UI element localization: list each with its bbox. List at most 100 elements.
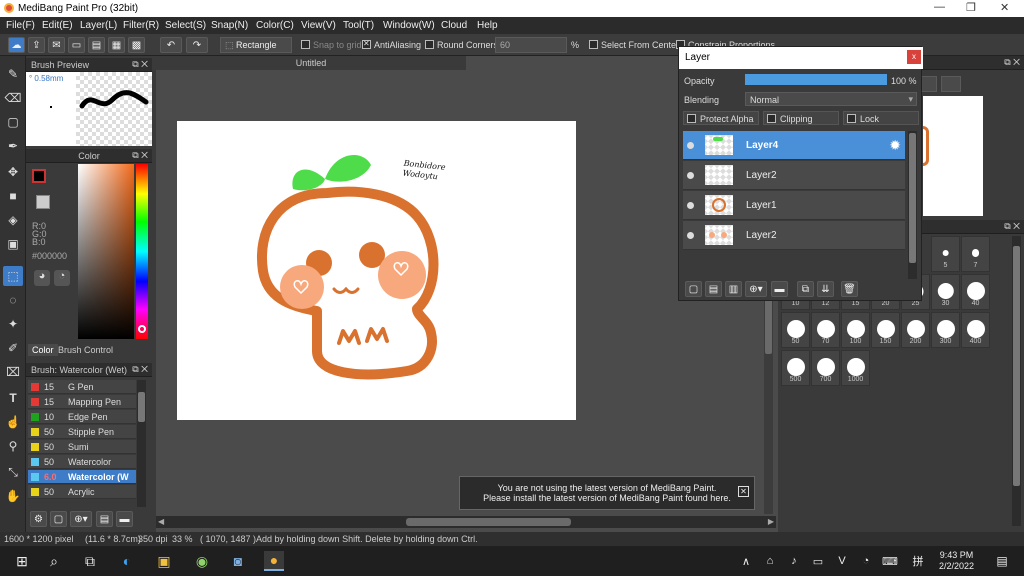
brush-list-scrollbar[interactable]	[137, 380, 146, 507]
tab-brush-control[interactable]: Brush Control	[54, 344, 117, 356]
store-icon[interactable]: ▣	[154, 551, 174, 571]
layer-panel-close-button[interactable]: x	[907, 50, 921, 64]
brush-size-option[interactable]: 5	[931, 236, 960, 272]
palette-icon[interactable]: ◕	[34, 270, 50, 286]
protect-alpha-checkbox[interactable]	[687, 114, 696, 123]
brush-size-option[interactable]: 700	[811, 350, 840, 386]
clipping-toggle[interactable]: Clipping	[763, 111, 839, 125]
system-clock[interactable]: 9:43 PM 2/2/2022	[939, 550, 974, 572]
layer-row[interactable]: Layer4 ✹	[683, 131, 905, 160]
shape-select[interactable]: ⬚ Rectangle	[220, 37, 292, 53]
protect-alpha-toggle[interactable]: Protect Alpha	[683, 111, 759, 125]
antialiasing-checkbox[interactable]	[362, 39, 371, 49]
palette-add-icon[interactable]: ◔	[54, 270, 70, 286]
hand-tool-icon[interactable]: ✋	[3, 486, 23, 506]
notification-center-icon[interactable]: ▤	[992, 551, 1012, 571]
text-tool-icon[interactable]: T	[3, 388, 23, 408]
language-icon[interactable]: 拼	[908, 551, 928, 571]
panel-close-icon[interactable]: ⧉ ✕	[132, 59, 148, 70]
delete-layer-icon[interactable]: 🗑	[841, 281, 858, 297]
layer-list-scrollbar[interactable]	[908, 131, 917, 279]
camera-icon[interactable]: ◙	[228, 551, 248, 571]
visibility-icon[interactable]	[687, 202, 694, 209]
clipping-checkbox[interactable]	[767, 114, 776, 123]
brush-size-option[interactable]: 1000	[841, 350, 870, 386]
shape-tool-icon[interactable]: ▢	[3, 112, 23, 132]
grid-icon[interactable]: ▩	[128, 37, 145, 53]
layer-row[interactable]: Layer1	[683, 191, 905, 220]
brush-item[interactable]: 10 Edge Pen	[28, 410, 136, 424]
scroll-right-icon[interactable]: ▶	[768, 517, 774, 526]
brush-settings-icon[interactable]: ⚙	[30, 511, 47, 527]
brush-size-option[interactable]: 7	[961, 236, 990, 272]
restore-button[interactable]: ❐	[966, 1, 976, 14]
divide-tool-icon[interactable]: ⤡	[3, 462, 23, 482]
chevron-up-icon[interactable]: ∧	[736, 551, 756, 571]
folder-icon[interactable]: ▬	[116, 511, 133, 527]
layer-row[interactable]: Layer2	[683, 221, 905, 250]
close-button[interactable]: ✕	[1000, 1, 1009, 14]
layer-folder-icon[interactable]: ▬	[771, 281, 788, 297]
network-icon[interactable]: ◔	[856, 551, 876, 571]
menu-snap[interactable]: Snap(N)	[211, 20, 248, 31]
panel-close-icon[interactable]: ⧉ ✕	[1004, 221, 1020, 232]
add-brush-icon[interactable]: ⊕▾	[70, 511, 92, 527]
scroll-left-icon[interactable]: ◀	[158, 517, 164, 526]
edge-browser-icon[interactable]: ◐	[117, 551, 137, 571]
canvas-horizontal-scrollbar[interactable]: ◀ ▶	[156, 516, 776, 528]
copy-brush-icon[interactable]: ▤	[96, 511, 113, 527]
update-notification[interactable]: You are not using the latest version of …	[459, 476, 755, 510]
new-layer-icon[interactable]: ▢	[685, 281, 702, 297]
navigator-flip-icon[interactable]	[941, 76, 961, 92]
brush-size-option[interactable]: 200	[901, 312, 930, 348]
menu-view[interactable]: View(V)	[301, 20, 336, 31]
brush-item[interactable]: 6.0 Watercolor (W	[28, 470, 136, 484]
drawing-canvas[interactable]: Bonbidore Wodoytu	[177, 121, 576, 420]
new-halftone-layer-icon[interactable]: ▤	[705, 281, 722, 297]
share-icon[interactable]: ⇪	[28, 37, 45, 53]
menu-edit[interactable]: Edit(E)	[42, 20, 73, 31]
fill-rect-tool-icon[interactable]: ■	[3, 186, 23, 206]
volume-icon[interactable]: ♪	[784, 551, 804, 571]
menu-tool[interactable]: Tool(T)	[343, 20, 374, 31]
brush-size-option[interactable]: 300	[931, 312, 960, 348]
panel-close-icon[interactable]: ⧉ ✕	[132, 150, 148, 161]
brush-size-option[interactable]: 50	[781, 312, 810, 348]
brush-size-option[interactable]: 100	[841, 312, 870, 348]
menu-select[interactable]: Select(S)	[165, 20, 206, 31]
foreground-color-swatch[interactable]	[32, 169, 46, 183]
visibility-icon[interactable]	[687, 172, 694, 179]
keyboard-icon[interactable]: ⌨	[880, 551, 900, 571]
comment-icon[interactable]: ✉	[48, 37, 65, 53]
visibility-icon[interactable]	[687, 142, 694, 149]
operation-tool-icon[interactable]: ☝	[3, 412, 23, 432]
menu-file[interactable]: File(F)	[6, 20, 35, 31]
brush-size-option[interactable]: 150	[871, 312, 900, 348]
new-8bit-layer-icon[interactable]: ▥	[725, 281, 742, 297]
windows-start-icon[interactable]: ⊞	[12, 551, 32, 571]
lock-checkbox[interactable]	[847, 114, 856, 123]
select-pen-tool-icon[interactable]: ✐	[3, 338, 23, 358]
brush-item[interactable]: 50 Acrylic	[28, 485, 136, 499]
move-tool-icon[interactable]: ✥	[3, 162, 23, 182]
battery-icon[interactable]: ▭	[808, 551, 828, 571]
opacity-slider[interactable]	[745, 74, 887, 85]
brush-item[interactable]: 50 Stipple Pen	[28, 425, 136, 439]
visibility-icon[interactable]	[687, 232, 694, 239]
transparent-swatch[interactable]	[36, 195, 50, 209]
layer-settings-gear-icon[interactable]: ✹	[889, 137, 901, 154]
pen-icon[interactable]: V	[832, 551, 852, 571]
add-layer-menu-icon[interactable]: ⊕▾	[745, 281, 767, 297]
select-from-center-checkbox[interactable]	[589, 40, 598, 49]
gradient-tool-icon[interactable]: ▣	[3, 234, 23, 254]
layer-list-scroll-thumb[interactable]	[909, 133, 916, 263]
brush-size-option[interactable]: 70	[811, 312, 840, 348]
document-icon[interactable]: ▤	[88, 37, 105, 53]
rect-select-tool-icon[interactable]: ⬚	[3, 266, 23, 286]
brush-list-scroll-thumb[interactable]	[138, 392, 145, 422]
select-eraser-tool-icon[interactable]: ⌧	[3, 362, 23, 382]
brush-size-scroll-thumb[interactable]	[1013, 246, 1020, 486]
round-corners-checkbox[interactable]	[425, 40, 434, 49]
app-icon-green[interactable]: ◉	[192, 551, 212, 571]
eraser-tool-icon[interactable]: ⌫	[3, 88, 23, 108]
